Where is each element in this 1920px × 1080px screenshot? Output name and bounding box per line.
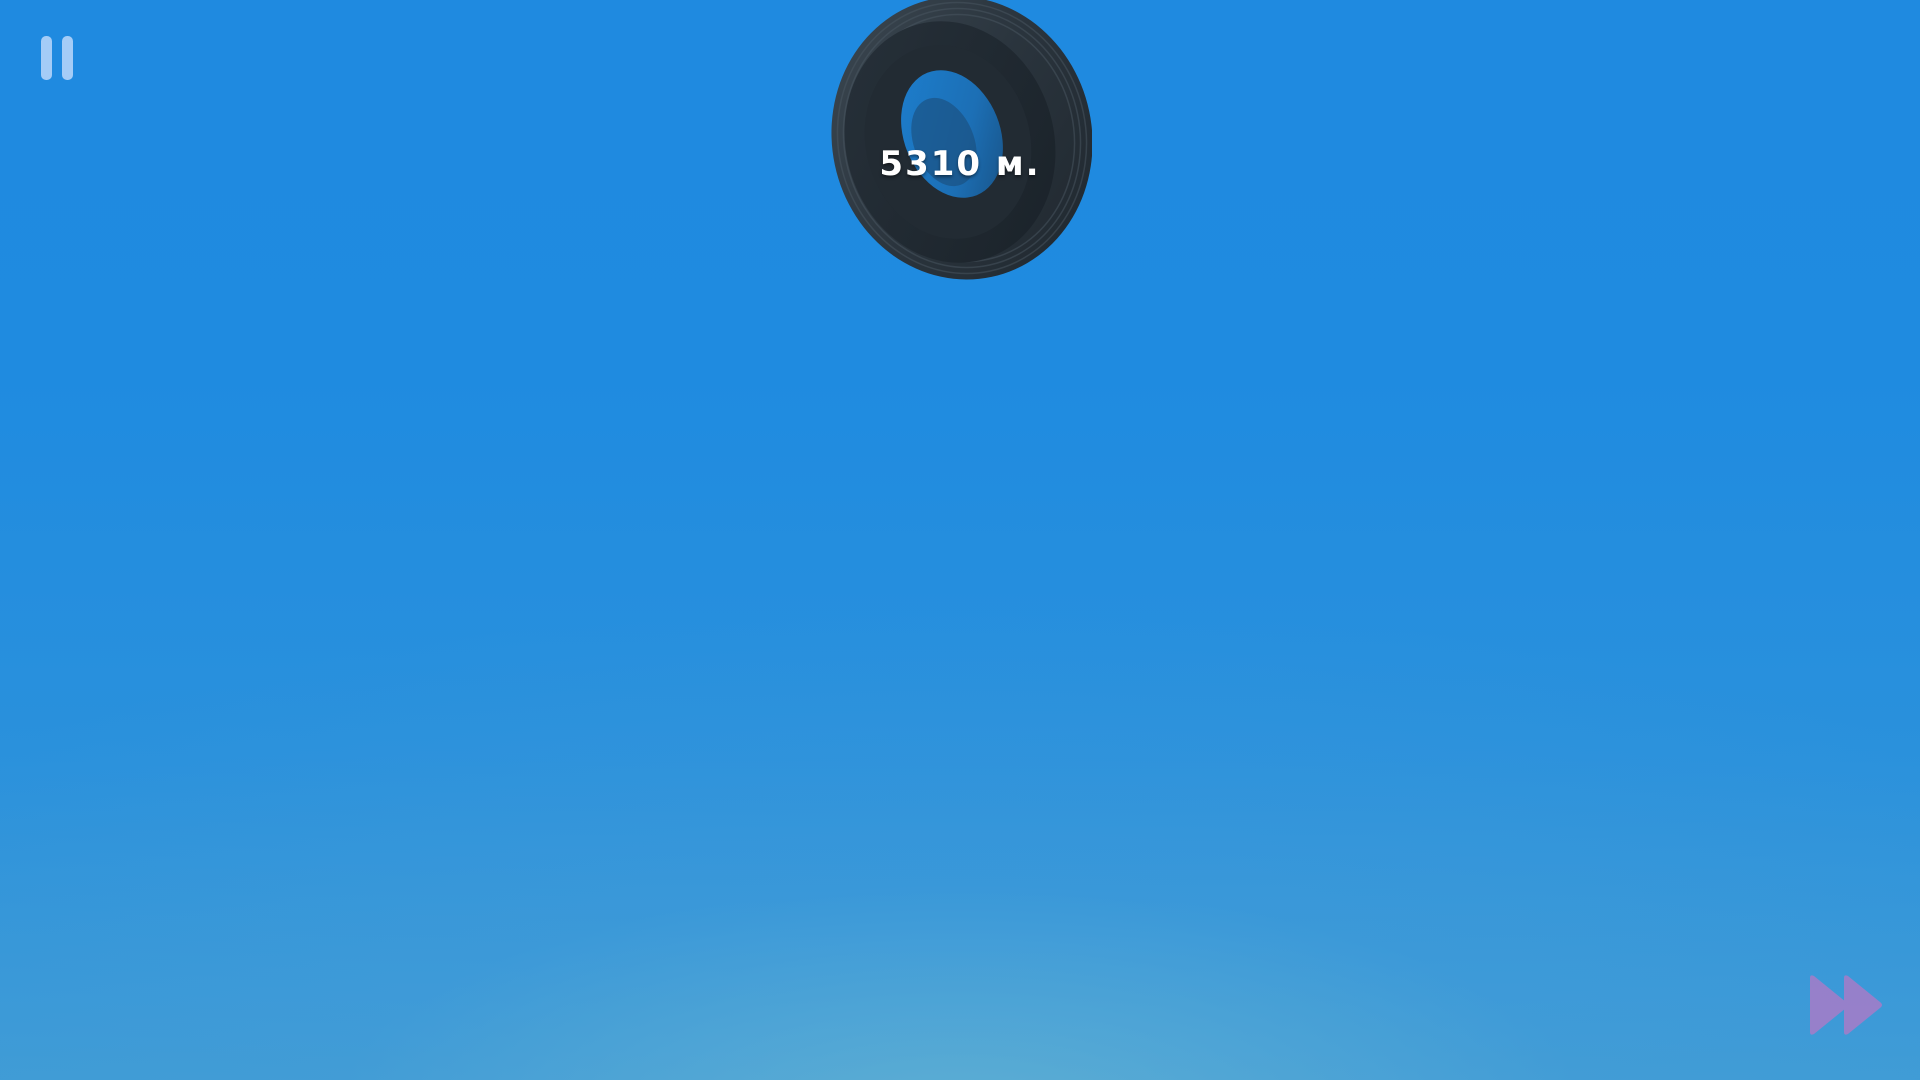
fast-forward-icon — [1810, 975, 1882, 1035]
tire — [831, 0, 1092, 280]
pause-button[interactable] — [38, 34, 78, 82]
distance-counter: 5310 м. — [879, 144, 1041, 184]
game-scene[interactable]: 5310 м. — [0, 0, 1920, 1080]
fast-forward-button[interactable] — [1808, 974, 1886, 1036]
